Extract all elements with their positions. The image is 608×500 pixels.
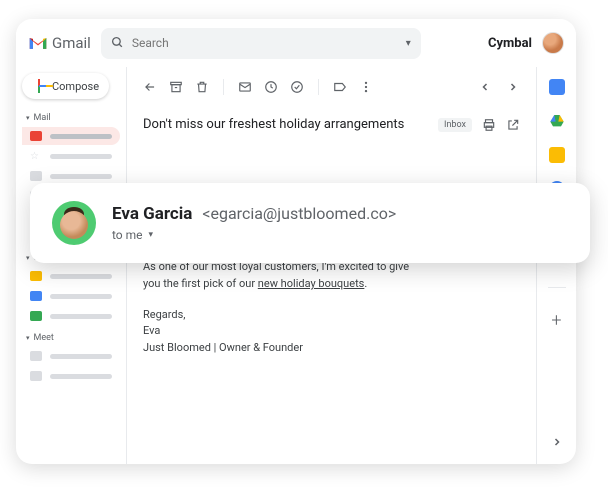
account-avatar[interactable] xyxy=(542,32,564,54)
delete-icon[interactable] xyxy=(195,80,209,94)
sender-row1: Eva Garcia <egarcia@justbloomed.co> xyxy=(112,204,396,224)
main-area: Don't miss our freshest holiday arrangem… xyxy=(126,67,536,464)
compose-button[interactable]: Compose xyxy=(22,73,109,99)
space-icon xyxy=(30,311,42,321)
compose-label: Compose xyxy=(52,80,99,93)
sender-info: Eva Garcia <egarcia@justbloomed.co> to m… xyxy=(112,204,396,242)
label-icon[interactable] xyxy=(333,80,347,94)
gmail-logo[interactable]: Gmail xyxy=(28,34,91,52)
calendar-icon[interactable] xyxy=(549,79,565,95)
sidebar-item-bar xyxy=(50,314,112,319)
gmail-logo-text: Gmail xyxy=(52,34,91,52)
sidebar-item-starred[interactable]: ☆ xyxy=(22,147,120,165)
caret-icon: ▾ xyxy=(26,334,30,342)
collapse-rail-icon[interactable] xyxy=(551,436,563,452)
signature: Regards, Eva Just Bloomed | Owner & Foun… xyxy=(143,307,520,357)
meet-icon xyxy=(30,371,42,381)
archive-icon[interactable] xyxy=(169,80,183,94)
recipient-text: to me xyxy=(112,228,143,242)
sidebar-item-meet[interactable] xyxy=(22,347,120,365)
search-input[interactable] xyxy=(132,36,398,50)
next-icon[interactable] xyxy=(506,80,520,94)
toolbar-group-label xyxy=(333,80,373,94)
plus-icon xyxy=(32,79,46,93)
sig-name: Eva xyxy=(143,323,520,340)
section-meet[interactable]: ▾ Meet xyxy=(22,331,120,345)
caret-icon: ▾ xyxy=(26,254,30,262)
task-icon[interactable] xyxy=(290,80,304,94)
section-meet-label: Meet xyxy=(34,333,54,343)
subject-actions xyxy=(482,118,520,132)
caret-icon: ▾ xyxy=(26,114,30,122)
search-options-icon[interactable]: ▾ xyxy=(406,38,411,49)
right-rail: + xyxy=(536,67,576,464)
keep-icon[interactable] xyxy=(549,147,565,163)
divider xyxy=(223,79,224,95)
section-mail-label: Mail xyxy=(34,113,51,123)
content-area: Compose ▾ Mail ☆ xyxy=(16,67,576,464)
sidebar-item-bar xyxy=(50,354,112,359)
open-new-icon[interactable] xyxy=(506,118,520,132)
chevron-down-icon: ▾ xyxy=(149,230,154,240)
brand-label: Cymbal xyxy=(488,36,532,51)
sidebar-item-space[interactable] xyxy=(22,307,120,325)
snooze-icon[interactable] xyxy=(264,80,278,94)
divider xyxy=(318,79,319,95)
star-icon: ☆ xyxy=(30,151,42,161)
sidebar-item-bar xyxy=(50,274,112,279)
search-icon xyxy=(111,34,124,53)
folder-icon xyxy=(30,171,42,181)
header: Gmail ▾ Cymbal xyxy=(16,19,576,67)
sidebar-item-meet[interactable] xyxy=(22,367,120,385)
body-link[interactable]: new holiday bouquets xyxy=(258,277,365,290)
inbox-icon xyxy=(30,131,42,141)
mail-unread-icon[interactable] xyxy=(238,80,252,94)
space-icon xyxy=(30,291,42,301)
email-toolbar xyxy=(143,75,520,105)
sidebar-item-bar xyxy=(50,154,112,159)
sidebar-item-space[interactable] xyxy=(22,267,120,285)
sidebar-item-space[interactable] xyxy=(22,287,120,305)
sender-email: <egarcia@justbloomed.co> xyxy=(202,204,396,223)
section-mail[interactable]: ▾ Mail xyxy=(22,111,120,125)
print-icon[interactable] xyxy=(482,118,496,132)
meet-icon xyxy=(30,351,42,361)
drive-icon[interactable] xyxy=(549,113,565,129)
more-icon[interactable] xyxy=(359,80,373,94)
sidebar-item-bar xyxy=(50,134,112,139)
prev-icon[interactable] xyxy=(478,80,492,94)
sidebar-item-bar xyxy=(50,174,112,179)
inbox-label[interactable]: Inbox xyxy=(438,118,472,132)
sender-card: Eva Garcia <egarcia@justbloomed.co> to m… xyxy=(30,183,590,263)
space-icon xyxy=(30,271,42,281)
sidebar-item-inbox[interactable] xyxy=(22,127,120,145)
recipient-row[interactable]: to me ▾ xyxy=(112,228,396,242)
sig-title: Just Bloomed | Owner & Founder xyxy=(143,340,520,357)
toolbar-group-nav xyxy=(143,80,209,94)
sidebar-item-bar xyxy=(50,294,112,299)
sidebar: Compose ▾ Mail ☆ xyxy=(16,67,126,464)
sender-avatar[interactable] xyxy=(52,201,96,245)
sender-name: Eva Garcia xyxy=(112,204,192,224)
gmail-m-icon xyxy=(28,35,48,51)
subject-row: Don't miss our freshest holiday arrangem… xyxy=(143,117,520,132)
search-bar[interactable]: ▾ xyxy=(101,28,421,59)
body-after: . xyxy=(364,277,367,290)
add-addon-icon[interactable]: + xyxy=(551,310,561,331)
sidebar-item-bar xyxy=(50,374,112,379)
email-subject: Don't miss our freshest holiday arrangem… xyxy=(143,117,428,132)
signoff: Regards, xyxy=(143,307,520,324)
rail-divider xyxy=(548,287,566,288)
back-icon[interactable] xyxy=(143,80,157,94)
toolbar-group-actions xyxy=(238,80,304,94)
